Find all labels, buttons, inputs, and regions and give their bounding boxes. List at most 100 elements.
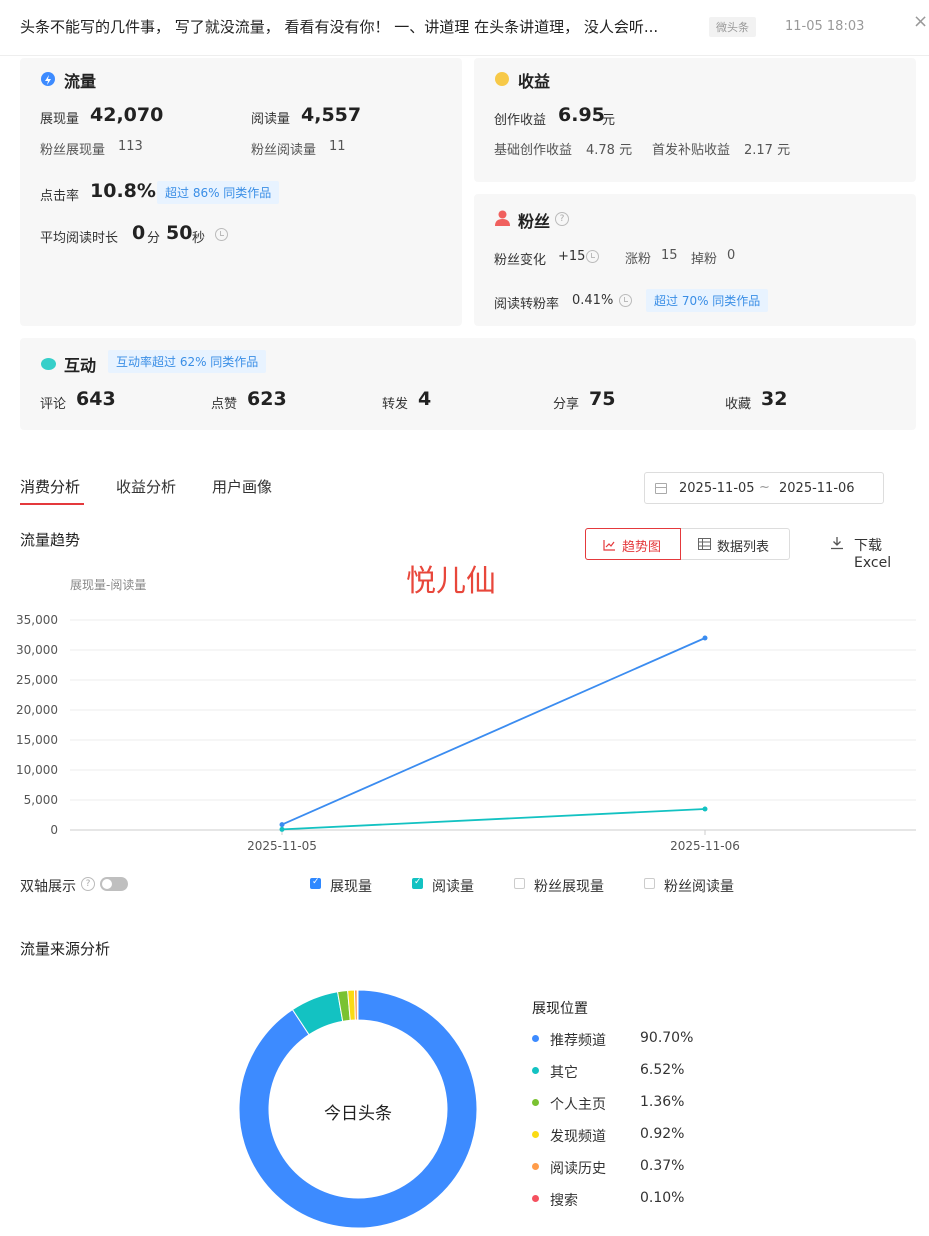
- donut-center-label: 今日头条: [324, 1104, 392, 1124]
- impressions-value: 42,070: [90, 104, 164, 126]
- fans-change-value: +15: [558, 249, 586, 264]
- article-title[interactable]: 头条不能写的几件事， 写了就没流量， 看看有没有你！ 一、讲道理 在头条讲道理，…: [20, 16, 658, 37]
- tab-user-profile[interactable]: 用户画像: [212, 476, 272, 497]
- legend-impressions-checkbox[interactable]: [310, 877, 321, 889]
- legend-fan-impressions-label[interactable]: 粉丝展现量: [534, 876, 604, 896]
- data-list-button[interactable]: 数据列表: [682, 529, 790, 559]
- date-separator: ~: [759, 480, 770, 495]
- ctr-value: 10.8%: [90, 180, 156, 202]
- y-tick-label: 25,000: [16, 673, 58, 687]
- conversion-badge: 超过 70% 同类作品: [646, 289, 769, 312]
- avg-read-sec: 50: [166, 222, 193, 244]
- trend-chart-label: 趋势图: [622, 540, 662, 555]
- download-excel-button[interactable]: 下载Excel: [830, 535, 916, 571]
- help-icon[interactable]: ?: [81, 877, 95, 891]
- first-income-label: 首发补贴收益: [652, 143, 731, 158]
- trend-chart-button[interactable]: 趋势图: [585, 528, 681, 560]
- income-title: 收益: [518, 72, 551, 91]
- traffic-title: 流量: [64, 72, 97, 91]
- y-tick-label: 30,000: [16, 643, 58, 657]
- coin-icon: [495, 72, 509, 86]
- date-start[interactable]: 2025-11-05: [679, 481, 755, 496]
- conversion-label: 阅读转粉率: [494, 297, 560, 312]
- fans-title: 粉丝: [518, 212, 551, 231]
- legend-item-value: 90.70%: [640, 1030, 694, 1046]
- x-tick-label: 2025-11-05: [247, 839, 317, 853]
- date-end[interactable]: 2025-11-06: [779, 481, 855, 496]
- income-card: 收益 创作收益 6.95 元 基础创作收益 4.78 元 首发补贴收益 2.17…: [474, 58, 916, 182]
- likes-value: 623: [247, 388, 287, 410]
- legend-reads-checkbox[interactable]: [412, 877, 423, 889]
- legend-impressions-label[interactable]: 展现量: [330, 876, 372, 896]
- legend-item-name: 推荐频道: [550, 1033, 606, 1049]
- fan-impressions-value: 113: [118, 139, 143, 154]
- favorites-label: 收藏: [725, 397, 752, 412]
- legend-item-value: 1.36%: [640, 1094, 685, 1110]
- fans-lose-label: 掉粉: [691, 252, 718, 267]
- tab-consumption[interactable]: 消费分析: [20, 476, 80, 497]
- sec-unit: 秒: [192, 231, 206, 246]
- active-tab-indicator: [20, 503, 84, 505]
- donut-slice-5: [356, 989, 359, 1021]
- legend-fan-reads-label[interactable]: 粉丝阅读量: [664, 876, 734, 896]
- traffic-line-chart: 0 5,000 10,000 15,000 20,000 25,000 30,000 35,0…: [16, 613, 916, 853]
- legend-reads-label[interactable]: 阅读量: [432, 876, 474, 896]
- series-line-1: [281, 808, 706, 831]
- close-icon[interactable]: ×: [913, 11, 928, 32]
- calendar-icon: [655, 483, 667, 494]
- clock-icon[interactable]: [586, 250, 599, 263]
- user-icon: [495, 210, 510, 226]
- chat-bubble-icon: [41, 356, 56, 370]
- impressions-label: 展现量: [40, 112, 80, 127]
- reposts-value: 4: [418, 388, 432, 410]
- tab-income[interactable]: 收益分析: [116, 476, 176, 497]
- download-icon: [831, 537, 843, 550]
- help-icon[interactable]: ?: [555, 212, 569, 226]
- ctr-label: 点击率: [40, 189, 80, 204]
- clock-icon[interactable]: [215, 228, 228, 241]
- basic-income-value: 4.78 元: [586, 143, 633, 158]
- data-point: [702, 635, 708, 641]
- date-range-picker[interactable]: 2025-11-05 ~ 2025-11-06: [644, 472, 884, 504]
- legend-fan-impressions-checkbox[interactable]: [514, 878, 525, 889]
- fan-reads-label: 粉丝阅读量: [251, 143, 317, 158]
- create-income-value: 6.95: [558, 104, 605, 126]
- fan-reads-value: 11: [329, 139, 346, 154]
- legend-dot: [532, 1131, 539, 1138]
- watermark-text: 悦儿仙: [406, 564, 496, 599]
- dual-axis-toggle[interactable]: [100, 877, 128, 891]
- legend-item-name: 个人主页: [550, 1097, 606, 1113]
- interact-title: 互动: [64, 356, 97, 375]
- reads-label: 阅读量: [251, 112, 291, 127]
- download-excel-label: 下载Excel: [854, 538, 892, 571]
- header-bar: 头条不能写的几件事， 写了就没流量， 看看有没有你！ 一、讲道理 在头条讲道理，…: [0, 0, 929, 56]
- fans-change-label: 粉丝变化: [494, 253, 547, 268]
- y-tick-label: 15,000: [16, 733, 58, 747]
- data-list-label: 数据列表: [717, 540, 770, 555]
- clock-icon[interactable]: [619, 294, 632, 307]
- legend-dot: [532, 1099, 539, 1106]
- interact-card: 互动 互动率超过 62% 同类作品 评论 643 点赞 623 转发 4 分享 …: [20, 338, 916, 430]
- y-tick-label: 0: [50, 823, 58, 837]
- y-tick-label: 35,000: [16, 613, 58, 627]
- basic-income-label: 基础创作收益: [494, 143, 573, 158]
- min-unit: 分: [147, 231, 161, 246]
- create-income-label: 创作收益: [494, 113, 547, 128]
- first-income-value: 2.17 元: [744, 143, 791, 158]
- fans-card: 粉丝 ? 粉丝变化 +15 涨粉 15 掉粉 0 阅读转粉率 0.41% 超过 …: [474, 194, 916, 326]
- conversion-value: 0.41%: [572, 293, 614, 308]
- data-point: [279, 822, 285, 828]
- likes-label: 点赞: [211, 397, 238, 412]
- trend-icon: [603, 540, 615, 551]
- legend-item-name: 发现频道: [550, 1129, 606, 1145]
- fan-impressions-label: 粉丝展现量: [40, 143, 106, 158]
- data-point: [279, 826, 285, 832]
- lightning-icon: [41, 72, 55, 86]
- table-icon: [698, 538, 711, 550]
- legend-fan-reads-checkbox[interactable]: [644, 878, 655, 889]
- reposts-label: 转发: [382, 397, 409, 412]
- ctr-badge: 超过 86% 同类作品: [157, 181, 280, 204]
- avg-read-min: 0: [132, 222, 146, 244]
- comments-label: 评论: [40, 397, 67, 412]
- x-tick-label: 2025-11-06: [670, 839, 740, 853]
